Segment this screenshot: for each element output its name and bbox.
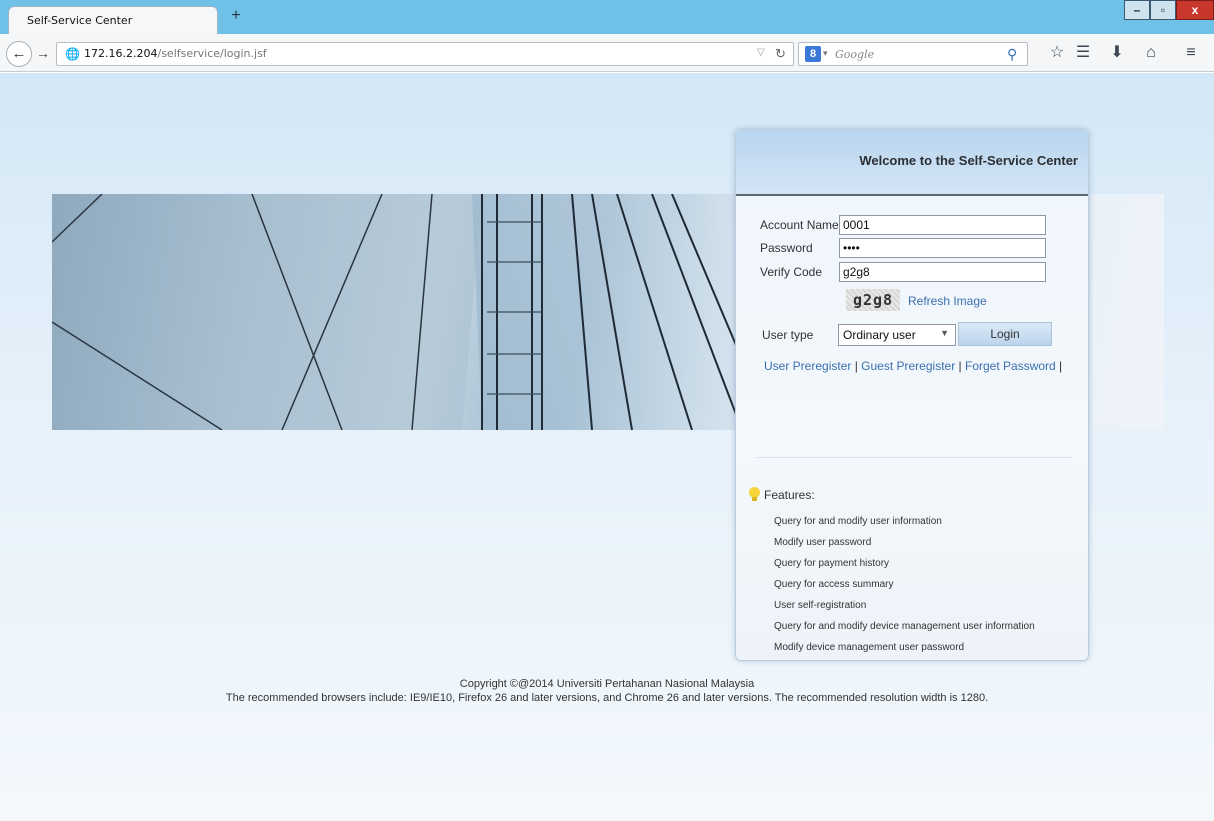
minimize-button[interactable]: –: [1124, 0, 1150, 20]
search-placeholder: Google: [835, 48, 875, 61]
lightbulb-icon: [749, 487, 760, 501]
page-footer: Copyright ©@2014 Universiti Pertahanan N…: [0, 677, 1214, 705]
feature-item: Modify device management user password: [774, 642, 965, 653]
user-type-label: User type: [762, 328, 814, 342]
download-icon[interactable]: ⬇: [1106, 42, 1128, 64]
browser-tab[interactable]: Self-Service Center: [8, 6, 218, 34]
verify-code-label: Verify Code: [760, 265, 823, 279]
star-icon[interactable]: ☆: [1046, 42, 1068, 64]
login-panel-header: Welcome to the Self-Service Center: [736, 130, 1088, 196]
back-arrow-icon[interactable]: ←: [6, 41, 32, 67]
search-engine-dropdown-icon[interactable]: ▾: [823, 48, 828, 59]
guest-preregister-link[interactable]: Guest Preregister: [861, 359, 955, 373]
maximize-button[interactable]: ▫: [1150, 0, 1176, 20]
close-window-button[interactable]: x: [1176, 0, 1214, 20]
feature-item: Query for access summary: [774, 579, 894, 590]
forward-arrow-icon[interactable]: →: [34, 45, 52, 63]
search-bar[interactable]: 8 ▾ Google ⚲: [798, 42, 1028, 66]
user-type-value: Ordinary user: [843, 328, 916, 342]
url-text: 172.16.2.204/selfservice/login.jsf: [84, 47, 267, 60]
feature-item: Query for payment history: [774, 558, 890, 569]
account-name-field[interactable]: [839, 215, 1046, 235]
browser-titlebar: Self-Service Center + – ▫ x: [0, 0, 1214, 34]
password-field[interactable]: [839, 238, 1046, 258]
feature-item: Query for and modify device management u…: [774, 621, 1035, 632]
url-bar[interactable]: 🌐 172.16.2.204/selfservice/login.jsf ▽ ↻: [56, 42, 794, 66]
captcha-image: g2g8: [846, 289, 900, 311]
password-label: Password: [760, 241, 813, 255]
url-host: 172.16.2.204: [84, 47, 158, 60]
feature-item: Query for and modify user information: [774, 516, 942, 527]
feature-item: User self-registration: [774, 600, 867, 611]
tab-title: Self-Service Center: [27, 14, 133, 27]
login-panel: Welcome to the Self-Service Center Accou…: [735, 129, 1089, 661]
reload-icon[interactable]: ↻: [775, 46, 786, 62]
browser-navbar: ← → 🌐 172.16.2.204/selfservice/login.jsf…: [0, 34, 1214, 72]
account-name-label: Account Name: [760, 218, 839, 232]
search-icon[interactable]: ⚲: [1007, 46, 1017, 63]
login-title: Welcome to the Self-Service Center: [859, 153, 1078, 168]
copyright-text: Copyright ©@2014 Universiti Pertahanan N…: [459, 678, 755, 690]
features-list: Query for and modify user information Mo…: [774, 515, 1035, 662]
forget-password-link[interactable]: Forget Password: [965, 359, 1056, 373]
new-tab-button[interactable]: +: [226, 6, 246, 26]
bookmarks-icon[interactable]: ☰: [1072, 42, 1094, 64]
page-body: Welcome to the Self-Service Center Accou…: [0, 73, 1214, 821]
verify-code-field[interactable]: [839, 262, 1046, 282]
user-preregister-link[interactable]: User Preregister: [764, 359, 851, 373]
url-path: /selfservice/login.jsf: [157, 47, 267, 60]
login-button[interactable]: Login: [958, 322, 1052, 346]
panel-divider: [756, 457, 1072, 458]
link-separator: |: [1059, 359, 1063, 373]
url-history-dropdown-icon[interactable]: ▽: [757, 47, 765, 58]
preregister-links: User Preregister | Guest Preregister | F…: [764, 359, 1062, 373]
features-title: Features:: [764, 488, 815, 502]
menu-icon[interactable]: ≡: [1180, 42, 1202, 64]
browser-recommendation-text: The recommended browsers include: IE9/IE…: [225, 692, 989, 704]
feature-item: Modify user password: [774, 537, 872, 548]
user-type-select[interactable]: Ordinary user ▼: [838, 324, 956, 346]
dropdown-caret-icon: ▼: [940, 328, 949, 338]
globe-icon: 🌐: [65, 47, 80, 61]
search-engine-icon[interactable]: 8: [805, 46, 821, 62]
refresh-image-link[interactable]: Refresh Image: [908, 294, 987, 308]
home-icon[interactable]: ⌂: [1140, 42, 1162, 64]
